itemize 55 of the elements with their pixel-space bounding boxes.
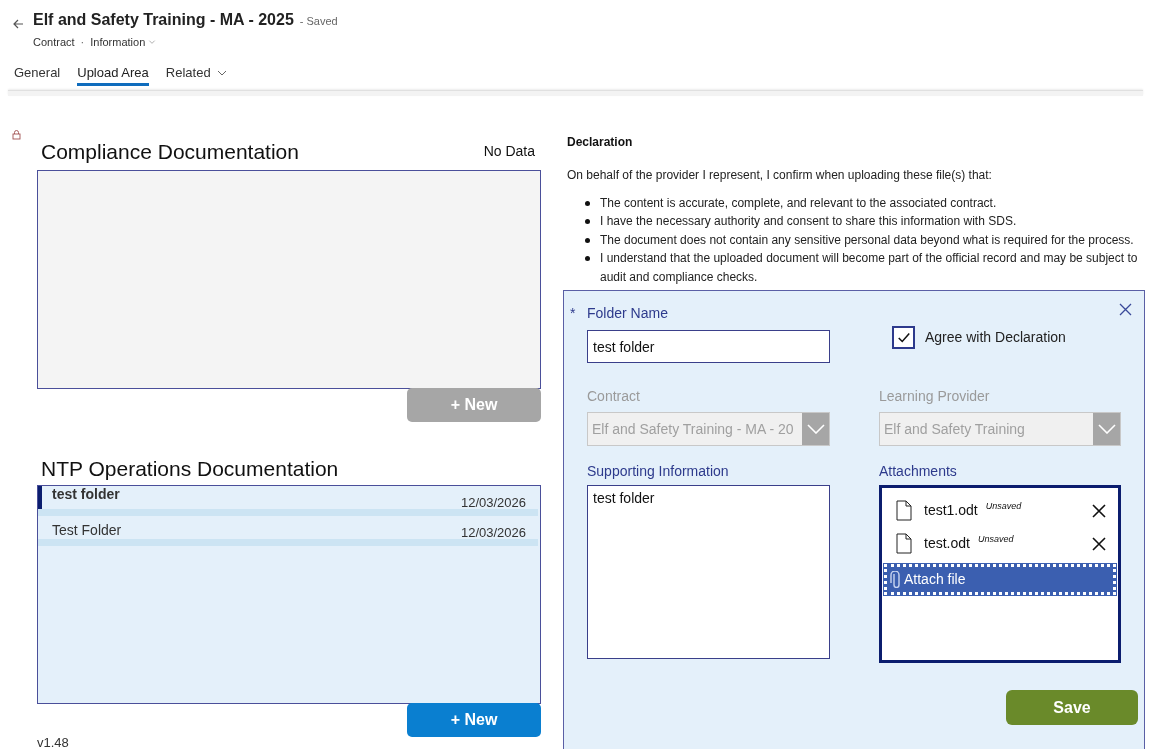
file-name: test1.odt [924, 501, 978, 520]
supporting-info-textarea[interactable]: test folder [587, 485, 830, 659]
file-status: Unsaved [985, 500, 1022, 513]
folder-date: 12/03/2026 [460, 493, 526, 509]
section-title: NTP Operations Documentation [40, 456, 339, 482]
declaration-intro: On behalf of the provider I represent, I confirm when uploading these file(s) that: [566, 166, 993, 184]
record-title: Elf and Safety Training - MA - 2025 [33, 10, 294, 30]
folder-name: Test Folder [52, 520, 122, 539]
file-icon [896, 500, 912, 521]
separator-dot: · [80, 35, 85, 50]
tab[interactable]: Related [165, 63, 228, 86]
chevron-down-icon [806, 424, 825, 434]
section-title: Compliance Documentation [40, 139, 299, 165]
tab[interactable]: General [14, 63, 61, 86]
file-status: Unsaved [977, 533, 1014, 546]
bullet-icon [585, 219, 590, 224]
folder-name: test folder [52, 485, 120, 504]
declaration-point: The content is accurate, complete, and relevant to the associated contract. [600, 194, 997, 212]
chevron-down-icon [1097, 424, 1116, 434]
bullet-icon [585, 256, 590, 261]
new-button[interactable]: + New [407, 702, 541, 737]
field-label: Contract [587, 387, 641, 402]
file-name: test.odt [924, 534, 970, 553]
paperclip-icon [890, 571, 900, 588]
bullet-icon [585, 200, 590, 206]
folder-row[interactable]: Test Folder 12/03/2026 [38, 515, 540, 539]
close-icon[interactable] [1092, 536, 1106, 551]
declaration-point: The document does not contain any sensitive personal data beyond what is required for the process. [600, 231, 1134, 249]
entity-label: Contract [33, 35, 75, 50]
close-icon[interactable] [1119, 303, 1132, 316]
folder-name-input[interactable]: test folder [587, 330, 830, 363]
file-icon [896, 533, 912, 554]
folder-date: 12/03/2026 [460, 523, 526, 539]
required-marker: * [570, 303, 577, 323]
checkmark-icon [896, 331, 911, 344]
declaration-heading: Declaration [566, 133, 634, 151]
field-label: Folder Name [587, 303, 668, 323]
close-icon[interactable] [1092, 503, 1106, 518]
empty-message: No Data [483, 141, 535, 161]
version-label: v1.48 [37, 733, 70, 749]
attach-file-button[interactable]: Attach file [884, 564, 1116, 595]
save-status: - Saved [299, 14, 338, 29]
back-icon[interactable] [12, 18, 25, 30]
lock-icon [12, 129, 21, 140]
tab[interactable]: Upload Area [77, 63, 149, 86]
field-label: Attachments [879, 462, 958, 477]
declaration-point: I understand that the uploaded document will become part of the official record and may be subject to audit and compliance checks. [600, 250, 1139, 286]
field-label: Learning Provider [879, 387, 991, 402]
save-button[interactable]: Save [1006, 690, 1138, 725]
field-label: Supporting Information [587, 462, 730, 477]
bullet-icon [585, 237, 590, 243]
checkbox-label: Agree with Declaration [925, 328, 1066, 347]
declaration-point: I have the necessary authority and consent to share this information with SDS. [600, 213, 1017, 230]
agree-checkbox[interactable] [892, 326, 915, 349]
form-selector[interactable]: Information [90, 34, 157, 51]
